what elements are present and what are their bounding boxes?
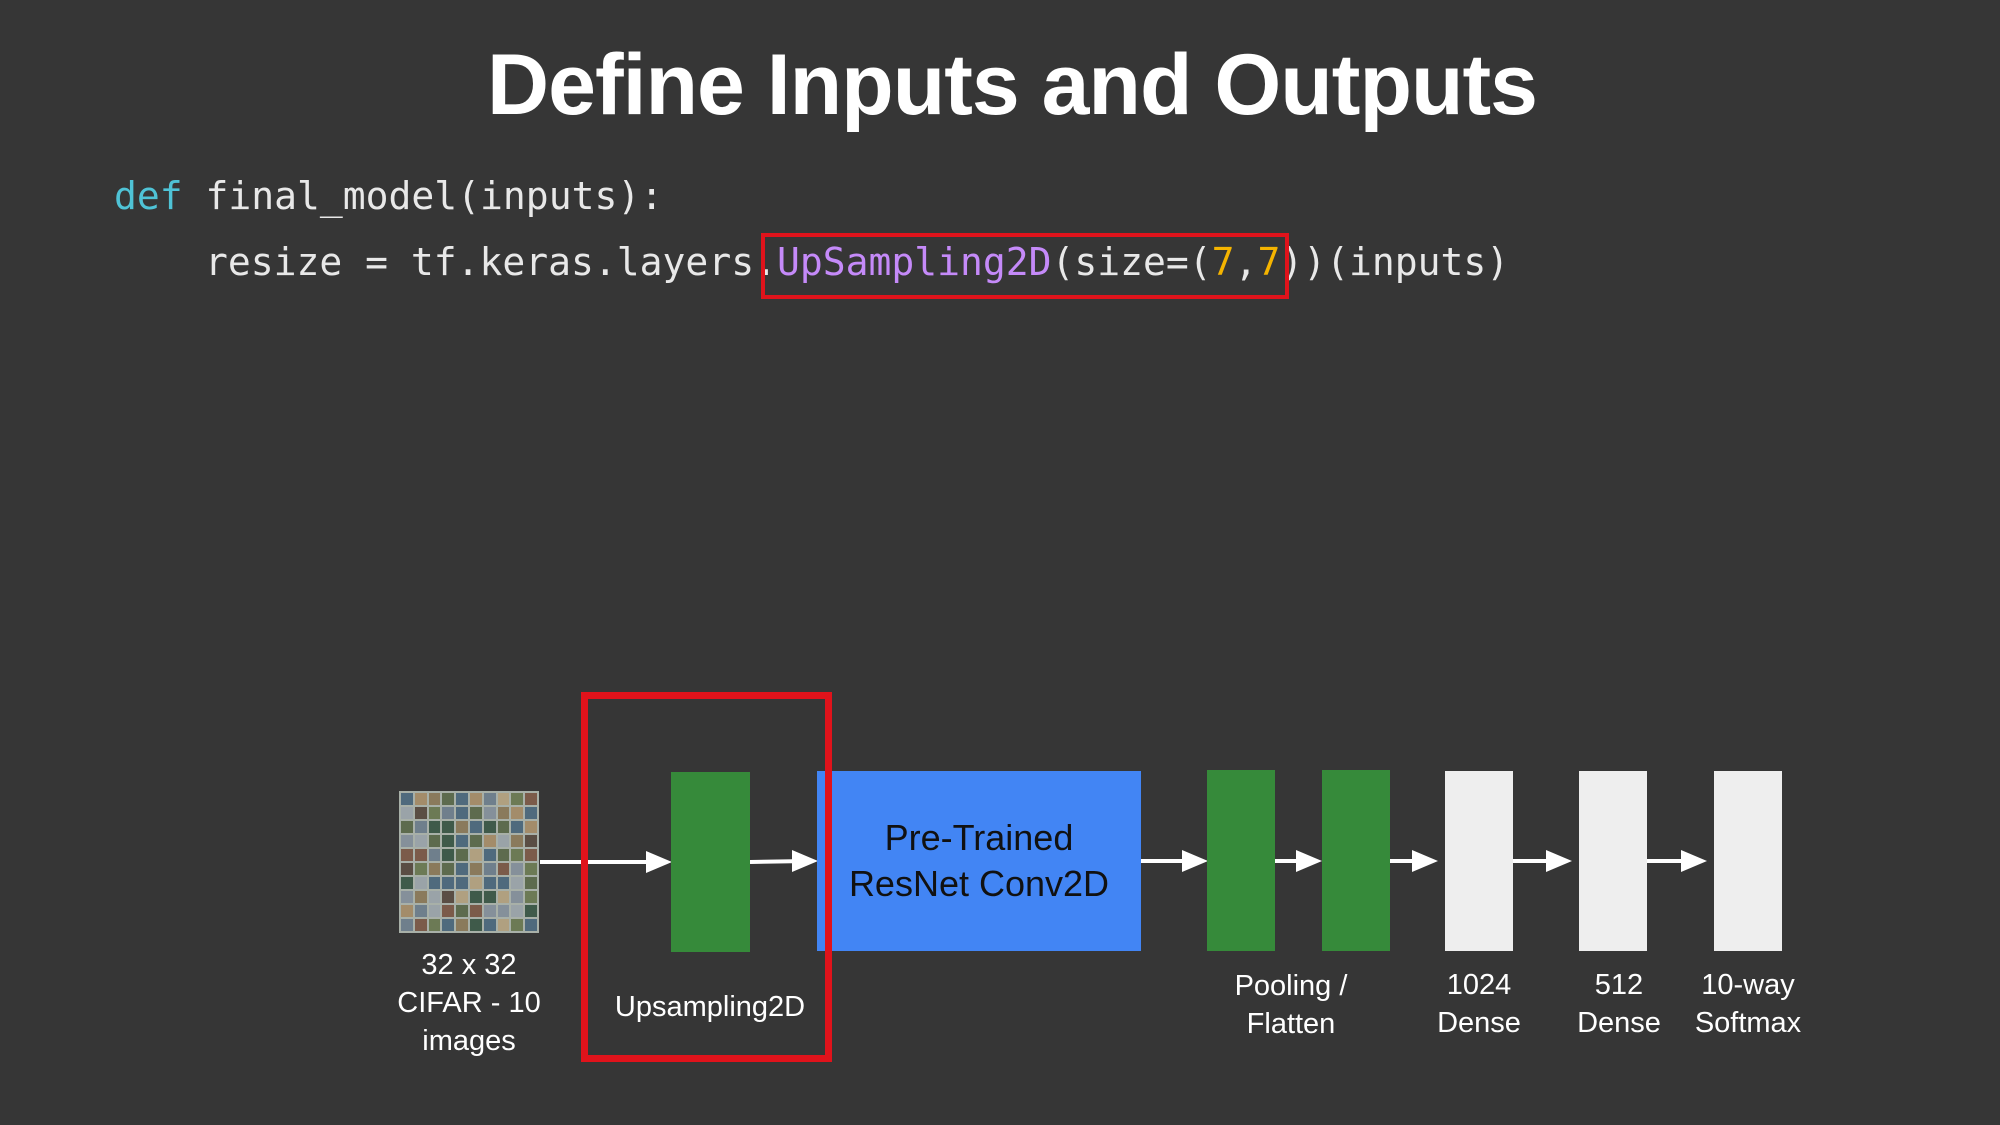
upsampling-highlight-box (581, 692, 832, 1062)
model-diagram: Pre-Trained ResNet Conv2D 32 x 32 CIFAR … (0, 0, 2000, 1125)
dense-1024-block (1445, 771, 1513, 951)
pooling-layer-block (1207, 770, 1275, 951)
resnet-block: Pre-Trained ResNet Conv2D (817, 771, 1141, 951)
arrowhead-6 (1546, 850, 1572, 872)
arrowhead-4 (1296, 850, 1322, 872)
dense-512-block (1579, 771, 1647, 951)
diagram-arrows (540, 850, 1707, 873)
arrowhead-5 (1412, 850, 1438, 872)
dense-1024-label: 1024 Dense (1437, 969, 1521, 1039)
flatten-layer-block (1322, 770, 1390, 951)
softmax-label: 10-way Softmax (1694, 969, 1802, 1039)
input-label: 32 x 32 CIFAR - 10 images (397, 949, 541, 1057)
arrowhead-3 (1182, 850, 1208, 872)
pooling-flatten-label: Pooling / Flatten (1234, 970, 1348, 1040)
softmax-block (1714, 771, 1782, 951)
arrowhead-7 (1681, 850, 1707, 872)
